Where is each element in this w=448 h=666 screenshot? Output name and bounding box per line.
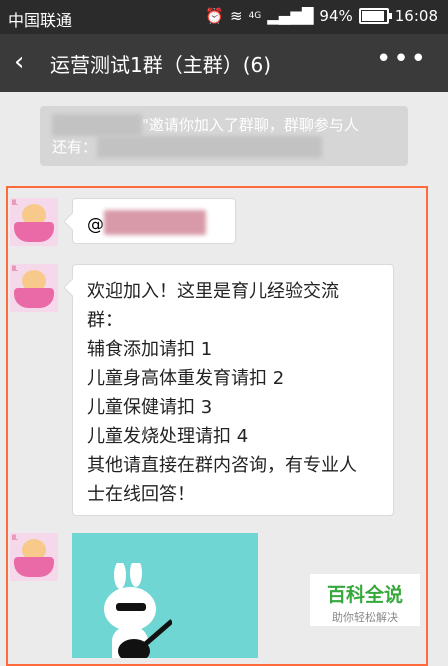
message-line: 儿童保健请扣 3: [87, 397, 213, 418]
signal-icon: ▂▄▆█: [267, 7, 314, 25]
message-line: 群：: [87, 310, 123, 331]
network-type: 4G: [248, 11, 262, 21]
battery-icon: [358, 8, 392, 24]
avatar[interactable]: ll.: [10, 533, 58, 581]
message-line: 其他请直接在群内咨询，有专业人: [87, 455, 357, 476]
mention-message-bubble[interactable]: @某某某某某某: [72, 198, 236, 244]
blurred-inviter: 某某某某某某: [52, 114, 143, 136]
carrier-name: 中国联通: [8, 11, 73, 30]
blurred-members: 某某某某某某某某某某某某某某某: [97, 136, 323, 158]
clock-time: 16:08: [394, 7, 438, 25]
status-icons: ⏰ ≋ 4G ▂▄▆█ 94% 16:08: [205, 7, 438, 25]
chat-title: 运营测试1群（主群）(6): [50, 53, 272, 77]
welcome-message-bubble[interactable]: 欢迎加入！这里是育儿经验交流 群： 辅食添加请扣 1 儿童身高体重发育请扣 2 …: [72, 264, 394, 516]
image-message[interactable]: [72, 533, 258, 658]
status-bar: 中国联通 ⏰ ≋ 4G ▂▄▆█ 94% 16:08: [0, 0, 448, 34]
message-line: 辅食添加请扣 1: [87, 339, 213, 360]
avatar[interactable]: ll.: [10, 264, 58, 312]
blurred-mention-name: 某某某某某某: [104, 210, 206, 235]
watermark-logo: 百科全说 助你轻松解决: [310, 574, 420, 626]
alarm-icon: ⏰: [205, 7, 224, 25]
system-message-text: "邀请你加入了群聊，群聊参与人: [142, 116, 359, 134]
message-line: 欢迎加入！这里是育儿经验交流: [87, 281, 339, 302]
watermark-subtitle: 助你轻松解决: [332, 611, 398, 624]
rabbit-guitar-icon: [104, 563, 172, 658]
watermark-title: 百科全说: [326, 584, 403, 606]
wifi-icon: ≋: [229, 7, 243, 25]
title-bar: ‹ 运营测试1群（主群）(6) •••: [0, 34, 448, 92]
system-message-members-label: 还有：: [52, 138, 98, 156]
battery-percent: 94%: [319, 7, 353, 25]
mention-text: @: [87, 215, 104, 235]
message-line: 儿童发烧处理请扣 4: [87, 426, 249, 447]
system-message: 某某某某某某"邀请你加入了群聊，群聊参与人 还有：某某某某某某某某某某某某某某某: [40, 106, 408, 166]
message-line: 士在线回答！: [87, 484, 195, 505]
avatar[interactable]: ll.: [10, 198, 58, 246]
back-arrow-icon[interactable]: ‹: [14, 47, 24, 77]
more-icon[interactable]: •••: [376, 44, 428, 74]
message-line: 儿童身高体重发育请扣 2: [87, 368, 285, 389]
